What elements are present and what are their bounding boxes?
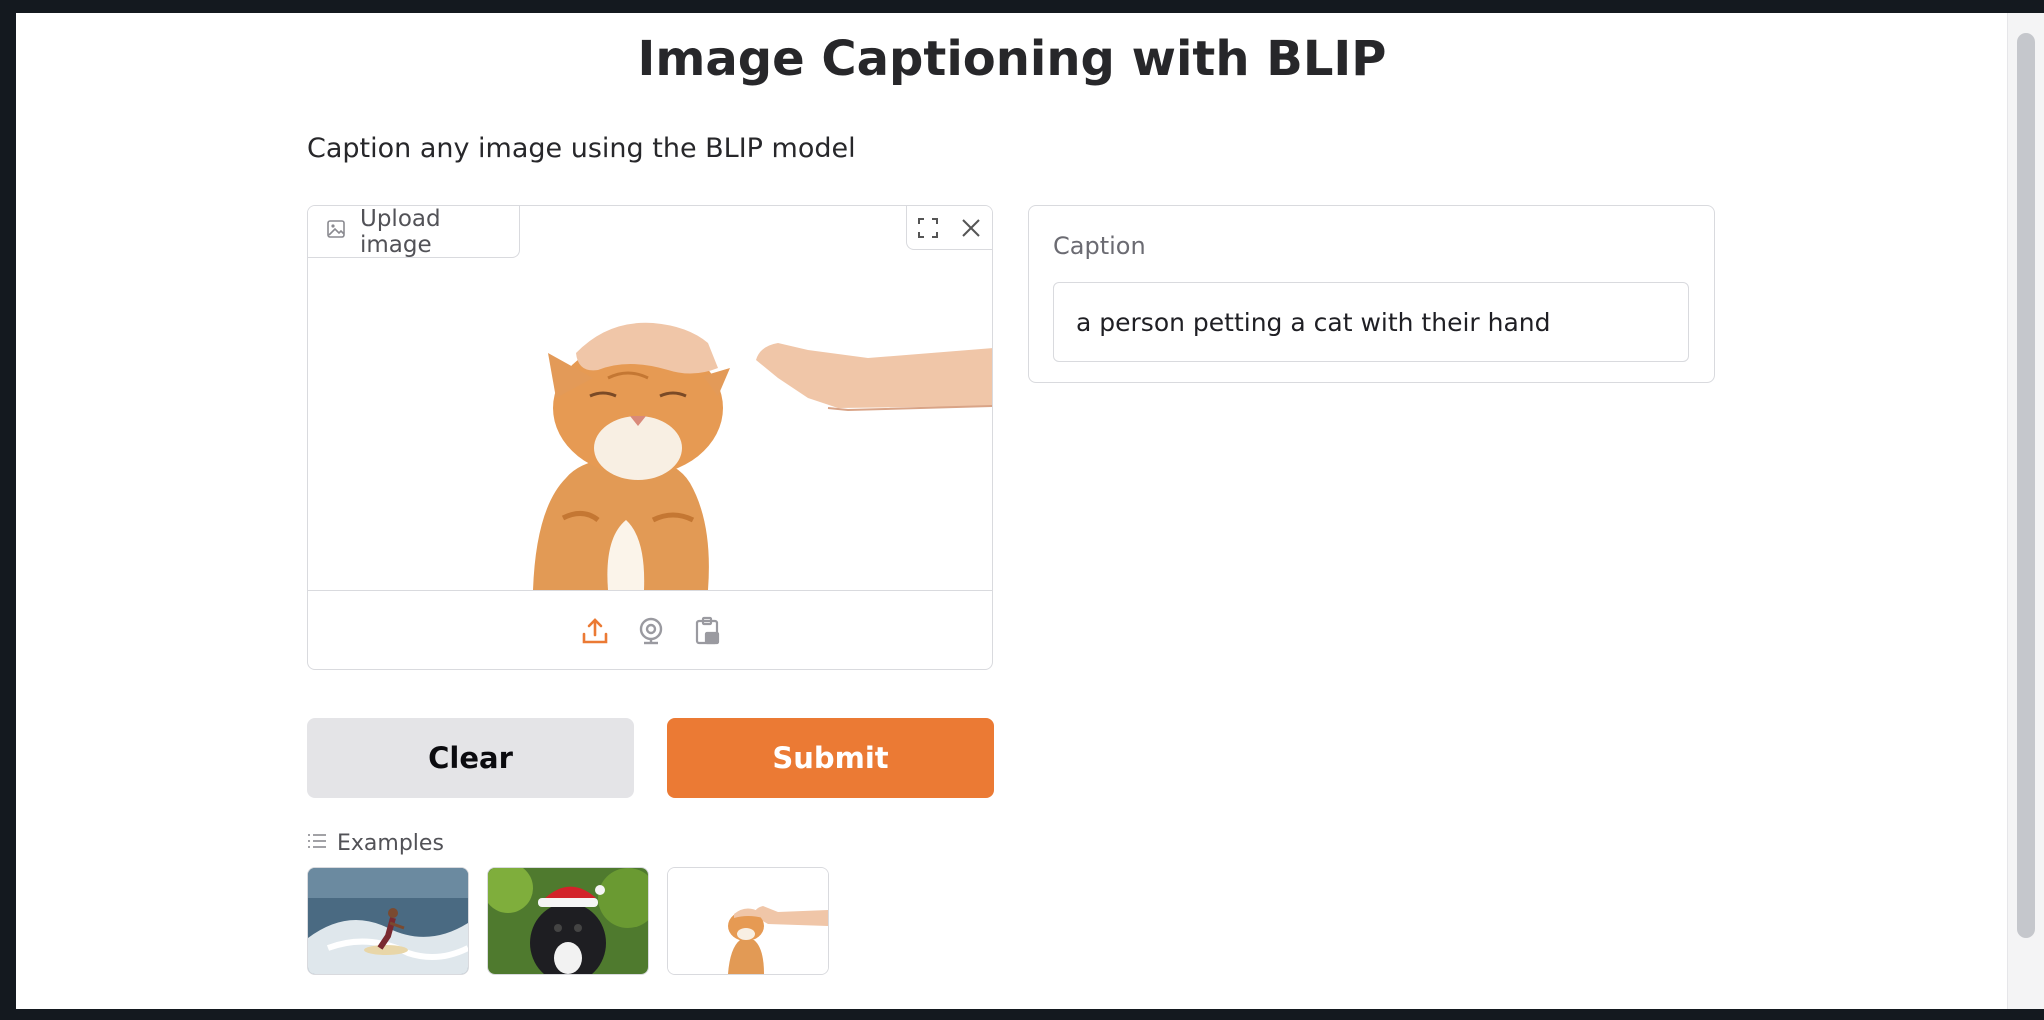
caption-textbox[interactable]: a person petting a cat with their hand [1053, 282, 1689, 362]
fullscreen-icon[interactable] [913, 213, 943, 243]
scrollbar[interactable] [2007, 13, 2044, 1009]
close-icon[interactable] [956, 213, 986, 243]
webcam-icon[interactable] [634, 614, 668, 648]
clear-button[interactable]: Clear [307, 718, 634, 798]
image-input-panel[interactable]: Upload image [307, 205, 993, 670]
example-surfer[interactable] [307, 867, 469, 975]
examples-gallery [307, 867, 829, 975]
page-title: Image Captioning with BLIP [637, 31, 1387, 87]
example-cat[interactable] [667, 867, 829, 975]
caption-output-panel: Caption a person petting a cat with thei… [1028, 205, 1715, 383]
image-icon [326, 219, 346, 245]
scrollbar-thumb[interactable] [2017, 33, 2035, 938]
submit-button[interactable]: Submit [667, 718, 994, 798]
image-input-label-text: Upload image [360, 205, 441, 258]
upload-icon[interactable] [578, 614, 612, 648]
example-dog[interactable] [487, 867, 649, 975]
caption-label: Caption [1053, 232, 1146, 260]
examples-label: Examples [307, 831, 444, 856]
image-preview [308, 258, 992, 590]
examples-label-text: Examples [337, 831, 444, 856]
list-icon [307, 831, 327, 856]
image-input-label: Upload image [308, 206, 520, 258]
page-description: Caption any image using the BLIP model [307, 133, 856, 164]
image-source-bar [308, 590, 992, 669]
app-window: Image Captioning with BLIP Caption any i… [16, 13, 2044, 1009]
clipboard-icon[interactable] [690, 614, 724, 648]
image-tools [906, 206, 992, 250]
